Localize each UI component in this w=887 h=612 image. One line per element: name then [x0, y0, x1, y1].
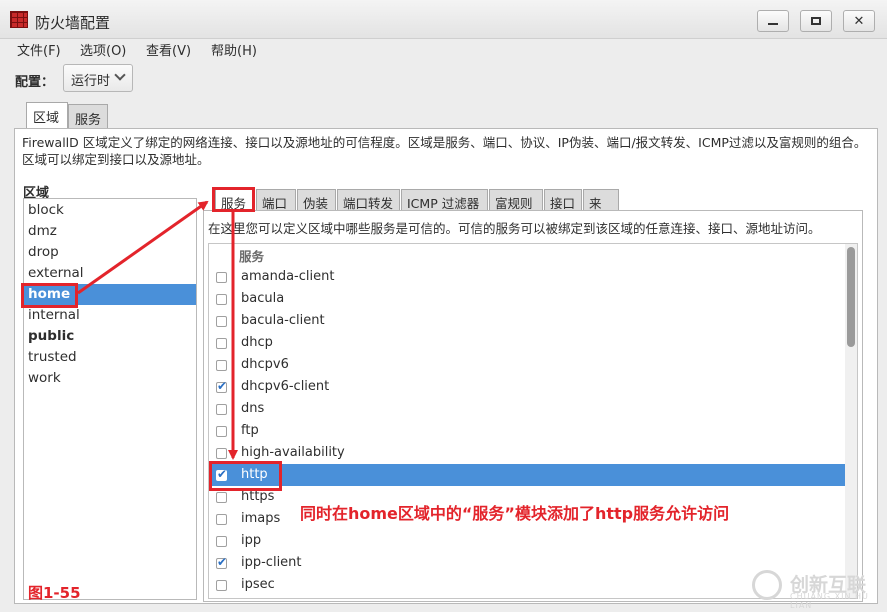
- watermark-subtext: CHUANG XIN HU LIAN: [790, 592, 869, 610]
- watermark-circle-icon: [752, 570, 782, 600]
- arrow-home-to-services-tab: [77, 200, 209, 295]
- watermark-logo: 创新互联 CHUANG XIN HU LIAN: [752, 568, 882, 610]
- figure-label: 图1-55: [28, 584, 81, 602]
- annotation-text: 同时在home区域中的“服务”模块添加了http服务允许访问: [300, 504, 730, 523]
